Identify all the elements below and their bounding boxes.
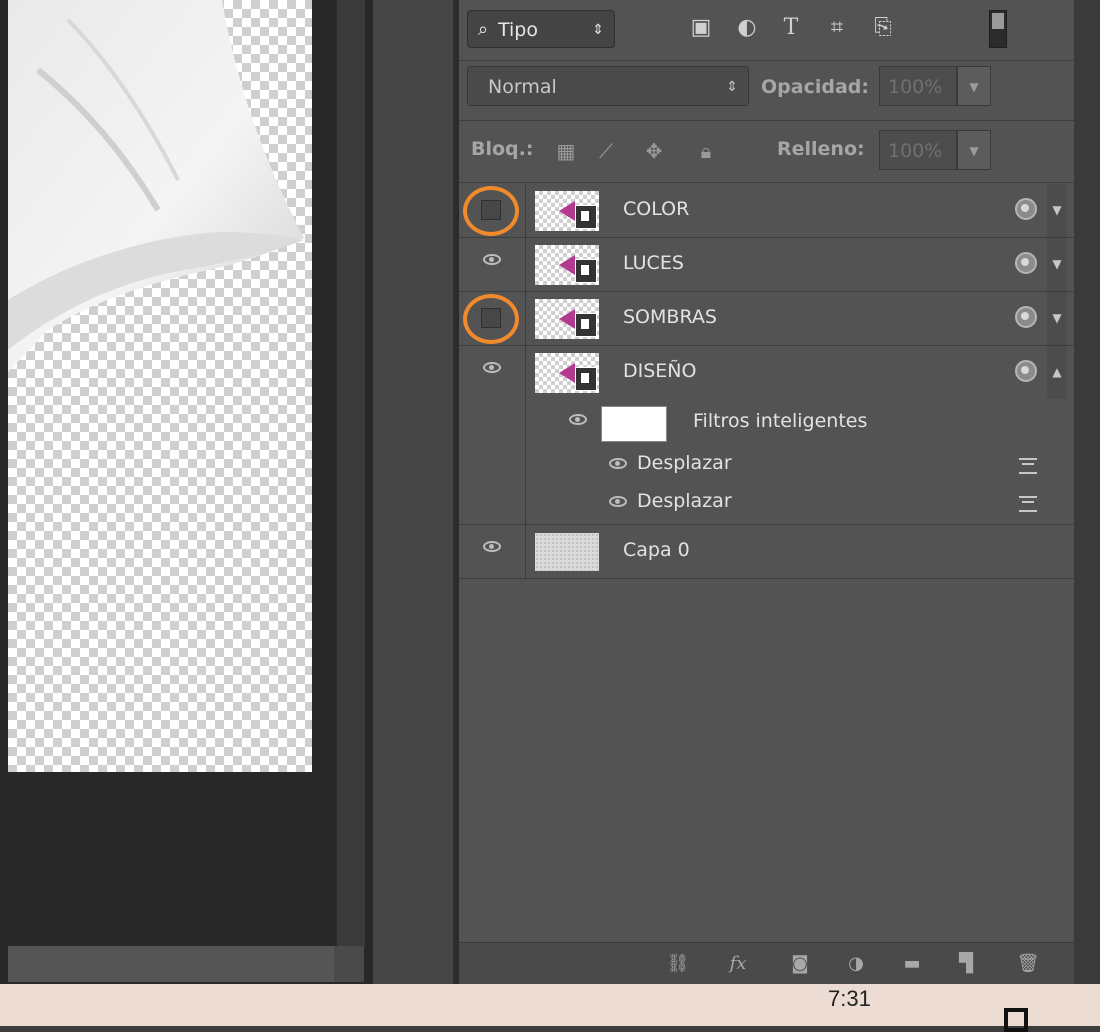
expand-effects-toggle[interactable]: ▼ (1047, 184, 1067, 237)
layer-row-capa-0[interactable]: Capa 0 (459, 525, 1075, 578)
canvas-horizontal-scrollbar[interactable] (8, 946, 334, 982)
blending-options-icon[interactable] (1019, 458, 1037, 474)
expand-effects-toggle[interactable]: ▼ (1047, 238, 1067, 291)
smart-object-thumbnail (535, 299, 599, 339)
filter-kind-label: Tipo (498, 19, 538, 41)
opacity-dropdown-arrow[interactable]: ▼ (957, 66, 991, 106)
opacity-label: Opacidad: (761, 76, 869, 98)
notification-center-icon[interactable] (1004, 1008, 1028, 1032)
filter-kind-select[interactable]: ⌕ Tipo ⇕ (467, 10, 615, 48)
layer-row-color[interactable]: COLOR ▼ (459, 184, 1075, 237)
panel-dock-separator (372, 0, 459, 984)
orange-highlight-circle (463, 294, 519, 344)
collapse-effects-toggle[interactable]: ▲ (1047, 346, 1067, 399)
add-mask-icon[interactable]: ◙ (787, 953, 813, 975)
pixel-layer-filter-icon[interactable]: ▣ (685, 12, 717, 44)
fill-field[interactable]: 100% (879, 130, 957, 170)
smart-object-filter-icon[interactable]: ⎘ (867, 12, 899, 44)
eye-icon[interactable] (483, 541, 501, 552)
eye-icon[interactable] (483, 362, 501, 373)
updown-arrows-icon: ⇕ (592, 22, 604, 38)
layer-name[interactable]: LUCES (623, 252, 684, 274)
visibility-cell (459, 184, 526, 237)
smart-filter-name: Desplazar (637, 490, 732, 512)
layer-row-diseno[interactable]: DISEÑO ▲ (459, 346, 1075, 524)
layer-row-luces[interactable]: LUCES ▼ (459, 238, 1075, 291)
document-canvas-area[interactable] (0, 0, 372, 984)
eye-icon[interactable] (483, 254, 501, 265)
delete-layer-trash-icon[interactable]: 🗑︎ (1015, 953, 1041, 975)
visibility-cell (459, 292, 526, 345)
blend-mode-select[interactable]: Normal ⇕ (467, 66, 749, 106)
system-taskbar: 7:31 (0, 984, 1100, 1032)
layer-name[interactable]: SOMBRAS (623, 306, 717, 328)
link-layers-icon[interactable]: ⛓ (665, 953, 691, 975)
fx-icon[interactable]: fx (725, 953, 751, 975)
smart-filter-name: Desplazar (637, 452, 732, 474)
smart-object-badge-icon (575, 367, 597, 391)
smart-object-badge-icon (575, 205, 597, 229)
layers-panel-footer: ⛓ fx ◙ ◑ ▬ ▜ 🗑︎ (459, 942, 1075, 985)
layer-filter-bar: ⌕ Tipo ⇕ ▣ ◐ T ⌗ ⎘ (459, 0, 1075, 60)
panel-scrollbar-area[interactable] (1074, 0, 1100, 984)
smart-object-thumbnail (535, 353, 599, 393)
filter-toggle-switch[interactable] (989, 10, 1007, 48)
lock-options-row: Bloq.: ▦ ⟋ ✥ 🔒︎ Relleno: 100% ▼ (459, 120, 1075, 182)
smart-object-badge-icon (575, 313, 597, 337)
smart-filter-mask-thumbnail[interactable] (601, 406, 667, 442)
layer-name[interactable]: COLOR (623, 198, 689, 220)
type-layer-filter-icon[interactable]: T (775, 12, 807, 44)
lock-position-move-icon[interactable]: ✥ (641, 138, 667, 164)
layer-style-icon[interactable] (1015, 360, 1037, 382)
new-group-folder-icon[interactable]: ▬ (899, 953, 925, 975)
layer-style-icon[interactable] (1015, 306, 1037, 328)
fill-label: Relleno: (777, 138, 865, 160)
layer-name[interactable]: Capa 0 (623, 539, 690, 561)
smart-filter-item[interactable]: Desplazar (525, 482, 1075, 522)
tshirt-image (8, 0, 304, 372)
canvas-vertical-scrollbar[interactable] (336, 0, 365, 946)
shape-layer-filter-icon[interactable]: ⌗ (821, 12, 853, 44)
updown-arrows-icon: ⇕ (726, 79, 738, 95)
layers-panel: ⌕ Tipo ⇕ ▣ ◐ T ⌗ ⎘ Normal ⇕ Opacidad: 10… (458, 0, 1075, 985)
eye-icon[interactable] (609, 496, 627, 507)
lock-all-padlock-icon[interactable]: 🔒︎ (693, 138, 719, 164)
lock-label: Bloq.: (471, 138, 534, 160)
blending-options-icon[interactable] (1019, 496, 1037, 512)
search-icon: ⌕ (478, 19, 489, 40)
new-layer-icon[interactable]: ▜ (953, 953, 979, 975)
visibility-cell (459, 346, 526, 524)
document-canvas[interactable] (8, 0, 312, 772)
layer-thumbnail (535, 533, 599, 571)
orange-highlight-circle (463, 186, 519, 236)
blend-mode-label: Normal (488, 76, 557, 98)
visibility-cell (459, 525, 526, 578)
smart-filter-item[interactable]: Desplazar (525, 444, 1075, 484)
fill-dropdown-arrow[interactable]: ▼ (957, 130, 991, 170)
layer-style-icon[interactable] (1015, 252, 1037, 274)
smart-object-thumbnail (535, 191, 599, 231)
visibility-cell (459, 238, 526, 291)
layer-style-icon[interactable] (1015, 198, 1037, 220)
smart-object-badge-icon (575, 259, 597, 283)
blend-options-row: Normal ⇕ Opacidad: 100% ▼ (459, 60, 1075, 120)
layer-row-sombras[interactable]: SOMBRAS ▼ (459, 292, 1075, 345)
lock-image-pixels-brush-icon[interactable]: ⟋ (593, 138, 619, 164)
taskbar-clock[interactable]: 7:31 (828, 986, 871, 1012)
eye-icon[interactable] (609, 458, 627, 469)
new-adjustment-layer-icon[interactable]: ◑ (843, 953, 869, 975)
smart-object-thumbnail (535, 245, 599, 285)
eye-icon[interactable] (569, 414, 587, 425)
smart-filters-label: Filtros inteligentes (693, 410, 868, 432)
layer-name[interactable]: DISEÑO (623, 360, 696, 382)
lock-transparent-pixels-icon[interactable]: ▦ (553, 138, 579, 164)
opacity-field[interactable]: 100% (879, 66, 957, 106)
adjustment-layer-filter-icon[interactable]: ◐ (731, 12, 763, 44)
expand-effects-toggle[interactable]: ▼ (1047, 292, 1067, 345)
